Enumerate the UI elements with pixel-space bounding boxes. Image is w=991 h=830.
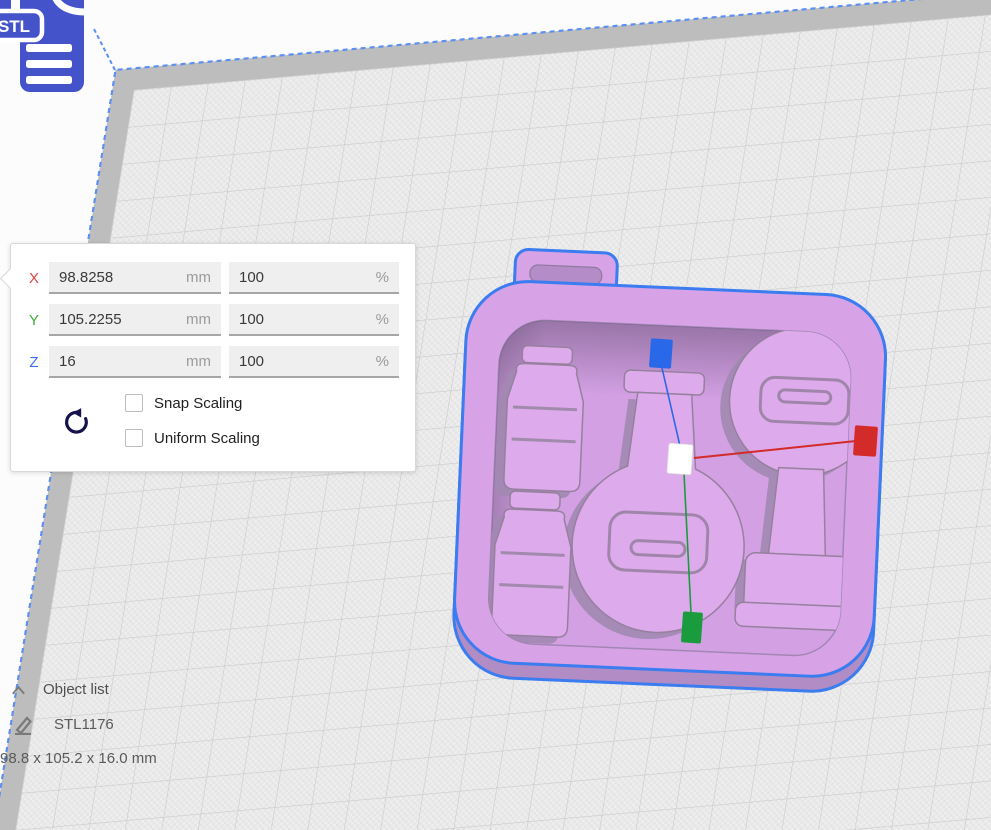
snap-scaling-option[interactable]: Snap Scaling [125,394,260,412]
pencil-edit-icon [13,714,34,735]
scale-tool-panel: X 98.8258 mm 100 % Y 105.2255 mm 100 % Z [10,243,416,472]
axis-y-label: Y [25,312,43,329]
chevron-up-icon [10,683,27,697]
snap-scaling-label: Snap Scaling [154,395,242,412]
stl-file-icon-corner [0,0,11,9]
scale-handle-y[interactable] [681,611,703,643]
scale-y-mm-value: 105.2255 [59,311,122,328]
object-list-header[interactable]: Object list [10,681,109,698]
scale-z-percent-value: 100 [239,353,264,370]
uniform-scaling-option[interactable]: Uniform Scaling [125,429,260,447]
object-list-item[interactable]: STL1176 [13,714,114,735]
application-window: STL X 98.8258 mm 100 % Y 105.2255 mm 100… [0,0,991,830]
axis-x-label: X [25,270,43,287]
scale-x-percent-unit: % [376,269,389,286]
reset-rotate-icon [61,406,91,436]
scale-row-z: Z 16 mm 100 % [25,346,399,378]
scale-z-percent-unit: % [376,353,389,370]
reset-scale-button[interactable] [61,406,91,436]
scale-z-percent-input[interactable]: 100 % [229,346,399,378]
snap-scaling-checkbox[interactable] [125,394,143,412]
scale-handle-z[interactable] [649,338,673,368]
scale-row-x: X 98.8258 mm 100 % [25,262,399,294]
stl-file-icon: STL [0,0,100,96]
scale-x-mm-value: 98.8258 [59,269,113,286]
scale-z-mm-value: 16 [59,353,76,370]
axis-z-label: Z [25,354,43,371]
model-dimensions-readout: 98.8 x 105.2 x 16.0 mm [0,750,157,767]
scale-x-mm-input[interactable]: 98.8258 mm [49,262,221,294]
scale-z-mm-input[interactable]: 16 mm [49,346,221,378]
scale-z-mm-unit: mm [186,353,211,370]
stl-doc-line-2 [26,60,72,68]
scale-y-mm-unit: mm [186,311,211,328]
mold-cavity-shapes [482,314,881,658]
scale-x-percent-value: 100 [239,269,264,286]
object-list-label: Object list [43,681,109,698]
scale-handle-x[interactable] [853,425,878,457]
model-name: STL1176 [54,716,114,733]
stl-doc-line-1 [26,44,72,52]
stl-badge-label: STL [0,17,30,36]
scale-y-mm-input[interactable]: 105.2255 mm [49,304,221,336]
scale-handle-center[interactable] [667,443,693,475]
scale-y-percent-input[interactable]: 100 % [229,304,399,336]
scale-row-y: Y 105.2255 mm 100 % [25,304,399,336]
scale-panel-options: Snap Scaling Uniform Scaling [61,394,415,447]
uniform-scaling-checkbox[interactable] [125,429,143,447]
uniform-scaling-label: Uniform Scaling [154,430,260,447]
scale-checkbox-column: Snap Scaling Uniform Scaling [125,394,260,447]
scale-x-mm-unit: mm [186,269,211,286]
scale-y-percent-unit: % [376,311,389,328]
scale-x-percent-input[interactable]: 100 % [229,262,399,294]
stl-doc-line-3 [26,76,72,84]
scale-y-percent-value: 100 [239,311,264,328]
